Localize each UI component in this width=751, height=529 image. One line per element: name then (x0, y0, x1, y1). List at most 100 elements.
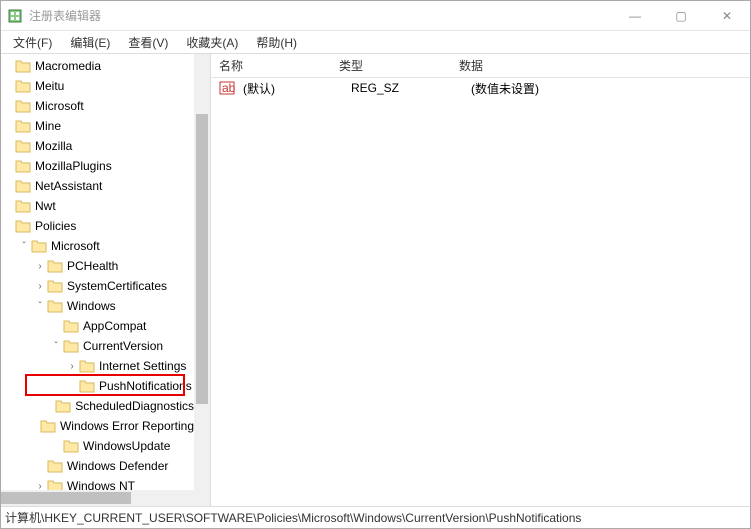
menu-help[interactable]: 帮助(H) (248, 32, 305, 53)
tree-label: Meitu (35, 79, 64, 93)
list-body: ab(默认)REG_SZ(数值未设置) (211, 78, 750, 98)
value-data: (数值未设置) (467, 80, 750, 97)
menu-favorites[interactable]: 收藏夹(A) (178, 32, 246, 53)
folder-icon (31, 239, 47, 253)
tree-label: MozillaPlugins (35, 159, 112, 173)
tree-label: PushNotifications (99, 379, 192, 393)
tree-label: PCHealth (67, 259, 118, 273)
close-icon: ✕ (722, 9, 732, 23)
tree-item[interactable]: NetAssistant (1, 176, 194, 196)
value-row[interactable]: ab(默认)REG_SZ(数值未设置) (211, 78, 750, 98)
column-header-type[interactable]: 类型 (331, 57, 451, 74)
scrollbar-thumb[interactable] (1, 492, 131, 504)
folder-icon (55, 399, 71, 413)
tree-item[interactable]: AppCompat (1, 316, 194, 336)
folder-icon (15, 119, 31, 133)
tree-label: Mine (35, 119, 61, 133)
tree-label: Nwt (35, 199, 56, 213)
minimize-button[interactable]: — (612, 1, 658, 31)
tree-label: ScheduledDiagnostics (75, 399, 194, 413)
window-title: 注册表编辑器 (29, 7, 612, 24)
string-value-icon: ab (219, 80, 235, 96)
menu-view[interactable]: 查看(V) (120, 32, 176, 53)
tree-item[interactable]: Microsoft (1, 96, 194, 116)
folder-icon (40, 419, 56, 433)
tree-label: Internet Settings (99, 359, 186, 373)
tree-item[interactable]: ˇ CurrentVersion (1, 336, 194, 356)
menu-edit[interactable]: 编辑(E) (62, 32, 118, 53)
chevron-right-icon[interactable]: › (65, 361, 79, 372)
tree-label: Windows Error Reporting (60, 419, 194, 433)
tree-item[interactable]: Windows Error Reporting (1, 416, 194, 436)
tree-item[interactable]: Windows Defender (1, 456, 194, 476)
folder-icon (79, 379, 95, 393)
chevron-right-icon[interactable]: › (33, 261, 47, 272)
registry-tree: Macromedia Meitu Microsoft Mine Mozilla Mozil… (1, 54, 194, 490)
folder-icon (47, 459, 63, 473)
tree-item[interactable]: › Windows NT (1, 476, 194, 490)
tree-label: Policies (35, 219, 76, 233)
folder-icon (47, 299, 63, 313)
folder-icon (47, 259, 63, 273)
titlebar: 注册表编辑器 — ▢ ✕ (1, 1, 750, 31)
tree-item[interactable]: ˇ Microsoft (1, 236, 194, 256)
list-header: 名称 类型 数据 (211, 54, 750, 78)
menubar: 文件(F) 编辑(E) 查看(V) 收藏夹(A) 帮助(H) (1, 31, 750, 53)
tree-item[interactable]: PushNotifications (1, 376, 194, 396)
tree-item[interactable]: Mine (1, 116, 194, 136)
tree-item[interactable]: Mozilla (1, 136, 194, 156)
folder-icon (15, 179, 31, 193)
app-icon (7, 8, 23, 24)
tree-label: Macromedia (35, 59, 101, 73)
tree-item[interactable]: ›SystemCertificates (1, 276, 194, 296)
tree-label: Windows NT (67, 479, 135, 490)
maximize-icon: ▢ (675, 9, 686, 23)
folder-icon (47, 479, 63, 490)
tree-item[interactable]: MozillaPlugins (1, 156, 194, 176)
column-header-data[interactable]: 数据 (451, 57, 750, 74)
folder-icon (63, 339, 79, 353)
menu-file[interactable]: 文件(F) (5, 32, 60, 53)
folder-icon (15, 59, 31, 73)
tree-label: Microsoft (35, 99, 84, 113)
tree-label: Microsoft (51, 239, 100, 253)
status-path: 计算机\HKEY_CURRENT_USER\SOFTWARE\Policies\… (5, 509, 581, 526)
folder-icon (15, 199, 31, 213)
tree-label: CurrentVersion (83, 339, 163, 353)
folder-icon (63, 319, 79, 333)
tree-label: NetAssistant (35, 179, 102, 193)
tree-item[interactable]: ˇ Windows (1, 296, 194, 316)
tree-item[interactable]: › PCHealth (1, 256, 194, 276)
column-header-name[interactable]: 名称 (211, 57, 331, 74)
folder-icon (15, 159, 31, 173)
close-button[interactable]: ✕ (704, 1, 750, 31)
tree-item[interactable]: › Internet Settings (1, 356, 194, 376)
tree-horizontal-scrollbar[interactable] (1, 490, 194, 506)
chevron-right-icon[interactable]: › (33, 281, 47, 292)
tree-label: Windows (67, 299, 116, 313)
statusbar: 计算机\HKEY_CURRENT_USER\SOFTWARE\Policies\… (1, 506, 750, 528)
chevron-right-icon[interactable]: › (33, 481, 47, 491)
chevron-down-icon[interactable]: ˇ (33, 301, 47, 312)
tree-item[interactable]: Nwt (1, 196, 194, 216)
regedit-window: 注册表编辑器 — ▢ ✕ 文件(F) 编辑(E) 查看(V) 收藏夹(A) 帮助… (0, 0, 751, 529)
scroll-corner (194, 490, 210, 506)
content-area: Macromedia Meitu Microsoft Mine Mozilla Mozil… (1, 53, 750, 506)
scrollbar-thumb[interactable] (196, 114, 208, 404)
tree-item[interactable]: Policies (1, 216, 194, 236)
tree-pane: Macromedia Meitu Microsoft Mine Mozilla Mozil… (1, 54, 211, 506)
maximize-button[interactable]: ▢ (658, 1, 704, 31)
folder-icon (15, 99, 31, 113)
tree-viewport: Macromedia Meitu Microsoft Mine Mozilla Mozil… (1, 54, 194, 490)
chevron-down-icon[interactable]: ˇ (49, 341, 63, 352)
tree-item[interactable]: ScheduledDiagnostics (1, 396, 194, 416)
tree-item[interactable]: Meitu (1, 76, 194, 96)
tree-item[interactable]: WindowsUpdate (1, 436, 194, 456)
folder-icon (79, 359, 95, 373)
tree-label: WindowsUpdate (83, 439, 170, 453)
value-name: (默认) (239, 80, 347, 97)
tree-item[interactable]: Macromedia (1, 56, 194, 76)
tree-vertical-scrollbar[interactable] (194, 54, 210, 490)
chevron-down-icon[interactable]: ˇ (17, 241, 31, 252)
minimize-icon: — (629, 9, 641, 23)
